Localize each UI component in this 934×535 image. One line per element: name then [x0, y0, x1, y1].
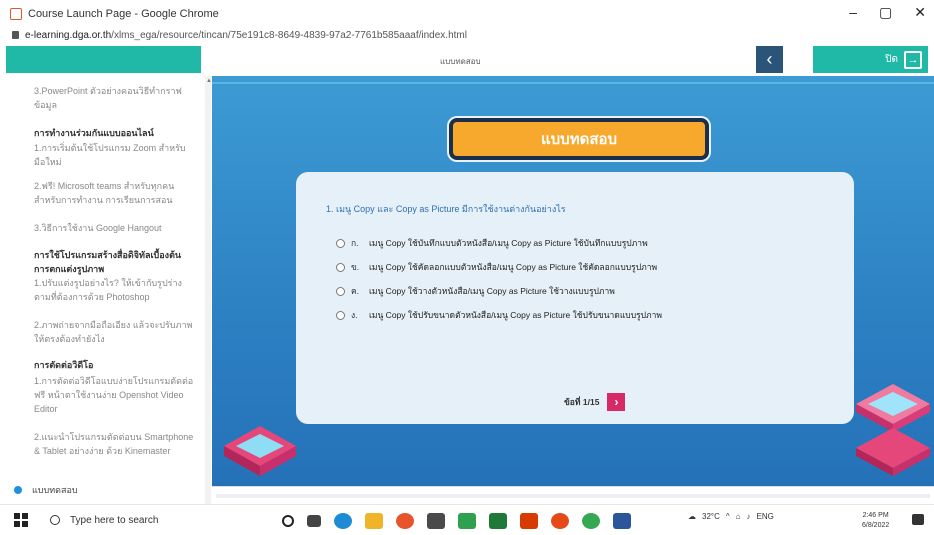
search-placeholder: Type here to search: [70, 514, 159, 526]
screen: Course Launch Page - Google Chrome – ▢ ✕…: [0, 0, 934, 535]
sidebar-item[interactable]: 3.วิธีการใช้งาน Google Hangout: [34, 221, 196, 235]
lock-icon: [12, 31, 19, 39]
office-icon[interactable]: [520, 513, 538, 529]
address-bar[interactable]: e-learning.dga.or.th/xlms_ega/resource/t…: [0, 28, 934, 42]
sidebar-item[interactable]: 1.การเริ่มต้นใช้โปรแกรม Zoom สำหรับมือให…: [34, 141, 196, 169]
system-tray: ☁ 32°C ^ ⌂ ♪ ENG: [688, 512, 774, 521]
back-button[interactable]: ‹: [756, 46, 783, 73]
choice-text: เมนู Copy ใช้คัดลอกแบบตัวหนังสือ/เมนู Co…: [369, 262, 658, 272]
clock-time: 2:46 PM: [862, 512, 889, 519]
chevron-left-icon: ‹: [766, 49, 773, 69]
close-icon[interactable]: ✕: [914, 4, 926, 21]
url-path: /xlms_ega/resource/tincan/75e191c8-8649-…: [111, 29, 467, 41]
radio-icon[interactable]: [336, 238, 345, 248]
cortana-icon[interactable]: [282, 515, 294, 527]
sidebar-active-label: แบบทดสอบ: [32, 485, 78, 495]
search-icon: [50, 515, 60, 525]
choice-text: เมนู Copy ใช้บันทึกแบบตัวหนังสือ/เมนู Co…: [369, 238, 648, 248]
window-titlebar: Course Launch Page - Google Chrome – ▢ ✕: [0, 0, 934, 28]
firefox-icon[interactable]: [396, 513, 414, 529]
windows-taskbar: Type here to search ☁ 32°C ^ ⌂ ♪ ENG 2:4…: [0, 504, 934, 535]
quiz-stage: แบบทดสอบ 1. เมนู Copy และ Copy as Pictur…: [212, 76, 934, 486]
sidebar-section-heading[interactable]: การตัดต่อวิดีโอ: [34, 358, 196, 372]
window-controls: – ▢ ✕: [849, 4, 926, 21]
chevron-right-icon: ›: [614, 395, 619, 409]
radio-icon[interactable]: [336, 286, 345, 296]
pager-text: ข้อที่ 1/15: [564, 397, 600, 407]
choice-letter: ข.: [351, 262, 360, 272]
chrome-icon[interactable]: [582, 513, 600, 529]
sidebar-scrollbar[interactable]: ▲: [205, 76, 212, 504]
radio-icon[interactable]: [336, 310, 345, 320]
exit-icon: →: [904, 50, 922, 69]
radio-icon[interactable]: [336, 262, 345, 272]
language-indicator[interactable]: ENG: [756, 512, 773, 521]
answer-choice[interactable]: ง. เมนู Copy ใช้ปรับขนาดตัวหนังสือ/เมนู …: [336, 308, 662, 322]
sidebar-item[interactable]: 3.PowerPoint ตัวอย่างคอนวิธีทำกราฟข้อมูล: [34, 84, 196, 112]
current-item-dot-icon: [14, 486, 22, 494]
course-header: แบบทดสอบ ‹ ปิด →: [0, 44, 934, 76]
sidebar-item[interactable]: 1.การตัดต่อวิดีโอแบบง่ายโปรแกรมตัดต่อฟรี…: [34, 374, 196, 416]
next-question-button[interactable]: ›: [607, 393, 626, 411]
volume-icon[interactable]: ♪: [746, 512, 750, 521]
edge-icon[interactable]: [334, 513, 352, 529]
sidebar-item[interactable]: 2.ภาพถ่ายจากมือถือเอียง แล้วจะปรับภาพให้…: [34, 318, 196, 346]
window-title: Course Launch Page - Google Chrome: [28, 8, 219, 20]
taskbar-search-box[interactable]: Type here to search: [50, 515, 250, 526]
sidebar-section-heading[interactable]: การใช้โปรแกรมสร้างสื่อดิจิทัลเบื้องต้นกา…: [34, 248, 196, 276]
choice-letter: ก.: [351, 238, 359, 248]
notification-icon[interactable]: [912, 514, 924, 525]
app-icon[interactable]: [458, 513, 476, 529]
choice-text: เมนู Copy ใช้วางตัวหนังสือ/เมนู Copy as …: [369, 286, 615, 296]
temperature[interactable]: 32°C: [702, 512, 720, 521]
choice-letter: ค.: [351, 286, 360, 296]
chevron-up-icon[interactable]: ^: [726, 512, 730, 521]
file-explorer-icon[interactable]: [365, 513, 383, 529]
network-icon[interactable]: ⌂: [736, 512, 741, 521]
maximize-icon[interactable]: ▢: [879, 4, 892, 21]
isometric-tile-decoration-left: [224, 426, 296, 476]
sidebar-item[interactable]: 1.ปรับแต่งรูปอย่างไร? ให้เข้ากับรูปร่างต…: [34, 276, 196, 304]
word-icon[interactable]: [613, 513, 631, 529]
excel-icon[interactable]: [489, 513, 507, 529]
page-icon: [10, 8, 22, 20]
opera-icon[interactable]: [551, 513, 569, 529]
answer-choice[interactable]: ข. เมนู Copy ใช้คัดลอกแบบตัวหนังสือ/เมนู…: [336, 260, 657, 274]
question-pager: ข้อที่ 1/15 ›: [564, 393, 626, 411]
course-header-left-bar: [6, 46, 201, 73]
sidebar-item[interactable]: 2.ฟรี! Microsoft teams สำหรับทุกคน สำหรั…: [34, 179, 196, 207]
scroll-track[interactable]: [216, 494, 930, 498]
course-sidebar: 3.PowerPoint ตัวอย่างคอนวิธีทำกราฟข้อมูล…: [0, 76, 205, 504]
choice-letter: ง.: [351, 310, 358, 320]
sidebar-section-heading[interactable]: การทำงานร่วมกันแบบออนไลน์: [34, 126, 196, 140]
exit-button[interactable]: ปิด →: [813, 46, 928, 73]
exit-label: ปิด: [885, 54, 898, 65]
question-card: 1. เมนู Copy และ Copy as Picture มีการใช…: [296, 172, 854, 424]
horizontal-scrollbar[interactable]: [212, 486, 934, 504]
sidebar-item[interactable]: 2.แนะนำโปรแกรมตัดต่อบน Smartphone & Tabl…: [34, 430, 196, 458]
taskbar-apps: [282, 513, 631, 529]
url-domain: e-learning.dga.or.th: [25, 29, 112, 41]
minimize-icon[interactable]: –: [849, 4, 857, 21]
clock-date: 6/8/2022: [862, 522, 890, 529]
choice-text: เมนู Copy ใช้ปรับขนาดตัวหนังสือ/เมนู Cop…: [369, 310, 663, 320]
answer-choice[interactable]: ก. เมนู Copy ใช้บันทึกแบบตัวหนังสือ/เมนู…: [336, 236, 648, 250]
url-text[interactable]: e-learning.dga.or.th/xlms_ega/resource/t…: [25, 30, 467, 41]
windows-start-icon[interactable]: [14, 513, 28, 527]
task-view-icon[interactable]: [307, 515, 321, 527]
sidebar-item-active[interactable]: แบบทดสอบ: [14, 483, 78, 497]
isometric-tile-decoration-right: [856, 384, 930, 476]
weather-icon[interactable]: ☁: [688, 512, 696, 521]
dropbox-icon[interactable]: [427, 513, 445, 529]
answer-choice[interactable]: ค. เมนู Copy ใช้วางตัวหนังสือ/เมนู Copy …: [336, 284, 615, 298]
taskbar-clock[interactable]: 2:46 PM 6/8/2022: [862, 511, 889, 531]
course-page-title: แบบทดสอบ: [440, 57, 481, 66]
quiz-banner: แบบทดสอบ: [449, 118, 709, 160]
question-text: 1. เมนู Copy และ Copy as Picture มีการใช…: [326, 204, 566, 214]
